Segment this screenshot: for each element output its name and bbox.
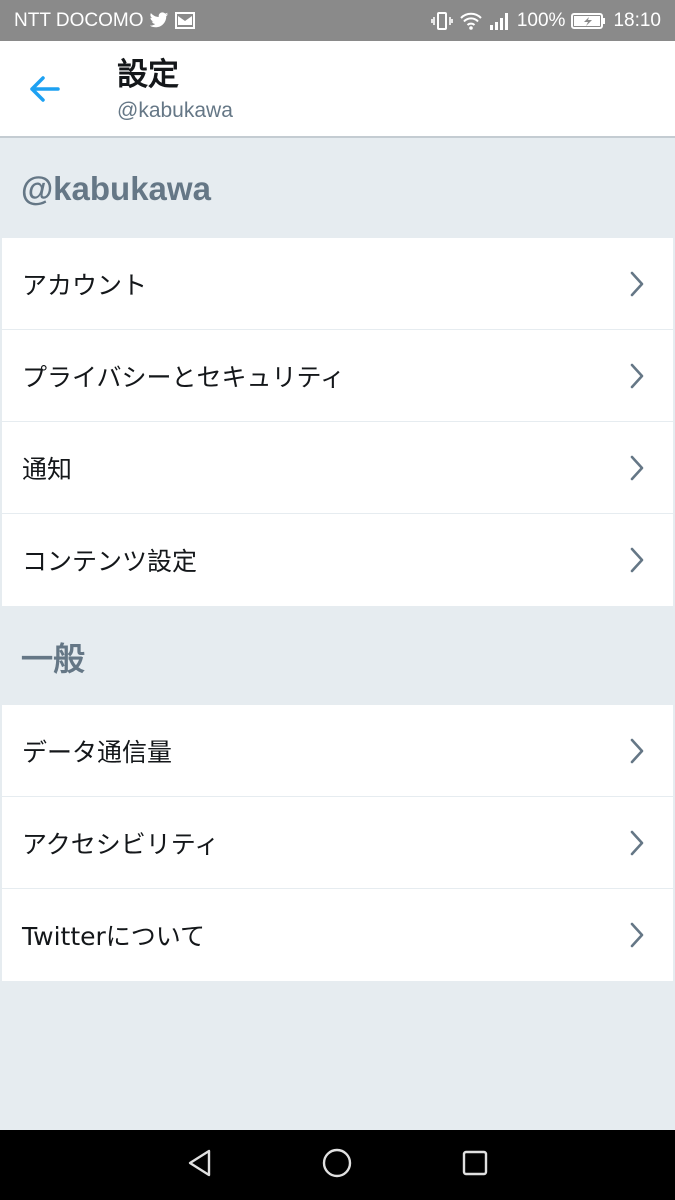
nav-back-button[interactable] [183,1148,217,1182]
status-bar: NTT DOCOMO 100% 18:10 [0,0,675,41]
nav-home-button[interactable] [320,1148,354,1182]
nav-recents-button[interactable] [458,1148,492,1182]
chevron-right-icon [627,269,647,299]
page-title: 設定 [117,57,179,93]
section-header-general: 一般 [21,640,86,678]
carrier-name: NTT DOCOMO [14,9,144,31]
chevron-right-icon [627,453,647,483]
arrow-left-icon [28,75,60,107]
settings-item-account[interactable]: アカウント [2,238,673,330]
clock: 18:10 [613,9,661,31]
settings-item-content-preferences[interactable]: コンテンツ設定 [2,514,673,606]
settings-item-label: アカウント [22,270,148,300]
settings-item-data-usage[interactable]: データ通信量 [2,705,673,797]
status-bar-right: 100% 18:10 [431,10,661,32]
signal-icon [489,12,511,30]
settings-item-label: アクセシビリティ [22,829,220,859]
recents-square-icon [460,1148,490,1182]
chevron-right-icon [627,736,647,766]
back-button[interactable] [24,71,64,111]
chevron-right-icon [627,828,647,858]
battery-charging-icon [571,12,607,30]
settings-list-account: アカウント プライバシーとセキュリティ 通知 コンテンツ設定 [2,238,673,606]
settings-item-privacy-security[interactable]: プライバシーとセキュリティ [2,330,673,422]
battery-percent: 100% [516,9,566,31]
app-bar: 設定 @kabukawa [0,41,675,138]
account-handle: @kabukawa [117,99,233,122]
settings-item-label: データ通信量 [22,737,173,767]
mail-icon [175,12,196,29]
status-bar-left: NTT DOCOMO [14,9,196,32]
twitter-icon [149,12,169,29]
settings-item-label: プライバシーとセキュリティ [22,362,346,392]
settings-item-accessibility[interactable]: アクセシビリティ [2,797,673,889]
chevron-right-icon [627,920,647,950]
back-triangle-icon [185,1148,215,1182]
home-circle-icon [321,1147,353,1183]
wifi-icon [459,11,483,31]
chevron-right-icon [627,545,647,575]
section-header-account: @kabukawa [21,170,211,207]
settings-item-about-twitter[interactable]: Twitterについて [2,889,673,981]
chevron-right-icon [627,361,647,391]
settings-item-label: Twitterについて [22,922,206,951]
vibrate-icon [431,11,453,31]
settings-item-label: 通知 [22,454,73,484]
settings-list-general: データ通信量 アクセシビリティ Twitterについて [2,705,673,981]
system-nav-bar [0,1130,675,1200]
settings-item-notifications[interactable]: 通知 [2,422,673,514]
settings-item-label: コンテンツ設定 [22,547,198,576]
